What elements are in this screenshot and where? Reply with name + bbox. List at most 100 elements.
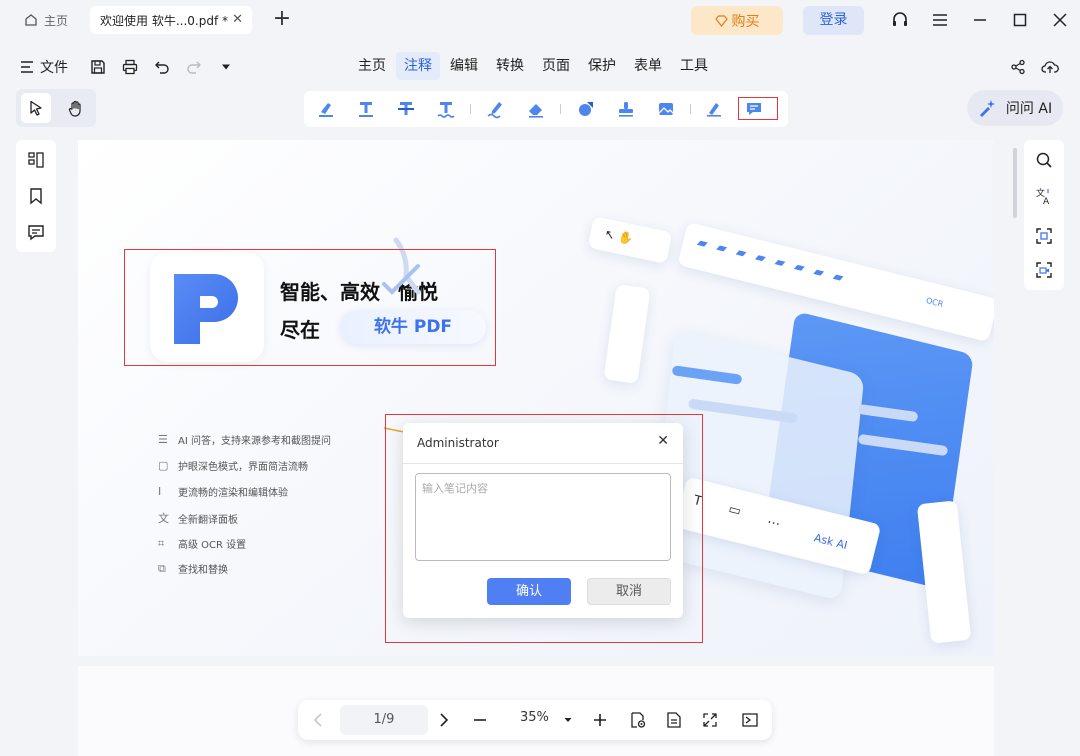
annotation-toolbar bbox=[304, 91, 788, 127]
save-icon[interactable] bbox=[88, 57, 108, 77]
feature-label: 更流畅的渲染和编辑体验 bbox=[178, 488, 288, 499]
close-window-icon[interactable] bbox=[1050, 10, 1070, 30]
menu-tab-edit[interactable]: 编辑 bbox=[442, 52, 486, 80]
illustration-ask-ai: Ask AI bbox=[812, 531, 849, 553]
zoom-level[interactable]: 35% bbox=[520, 710, 549, 725]
illustration-right-panel bbox=[916, 500, 972, 644]
share-icon[interactable] bbox=[1008, 57, 1028, 77]
ai-sparkle-icon bbox=[978, 99, 996, 117]
svg-text:A: A bbox=[1043, 197, 1050, 205]
ask-ai-button[interactable]: 问问 AI bbox=[967, 90, 1063, 126]
close-tab-icon[interactable]: ✕ bbox=[232, 12, 243, 27]
bookmark-icon[interactable] bbox=[26, 186, 46, 206]
toolbar-separator bbox=[690, 104, 691, 114]
vertical-scrollbar[interactable] bbox=[1013, 148, 1017, 218]
text-underline-icon[interactable] bbox=[354, 97, 378, 121]
list-icon: ☰ bbox=[158, 433, 168, 446]
maximize-icon[interactable] bbox=[1010, 10, 1030, 30]
confirm-button[interactable]: 确认 bbox=[487, 578, 571, 605]
feature-item: ⧉ 查找和替换 bbox=[158, 561, 228, 577]
note-popup: Administrator ✕ 确认 取消 bbox=[403, 423, 683, 618]
menu-tab-annotate[interactable]: 注释 bbox=[396, 52, 440, 80]
headset-icon[interactable] bbox=[890, 10, 910, 30]
zoom-out-icon[interactable] bbox=[470, 710, 490, 730]
menu-tab-protect[interactable]: 保护 bbox=[580, 52, 624, 80]
buy-button[interactable]: 购买 bbox=[691, 6, 783, 35]
feature-label: AI 问答，支持来源参考和截图提问 bbox=[178, 436, 331, 447]
thumbnails-icon[interactable] bbox=[26, 150, 46, 170]
feature-item: ▢ 护眼深色模式，界面简洁流畅 bbox=[158, 458, 308, 473]
shape-icon[interactable] bbox=[574, 97, 598, 121]
highlight-icon[interactable] bbox=[314, 97, 338, 121]
undo-icon[interactable] bbox=[152, 57, 172, 77]
illustration-pointer-panel: ↖ ✋ bbox=[587, 216, 673, 264]
menu-tab-tools[interactable]: 工具 bbox=[672, 52, 716, 80]
strikethrough-icon[interactable] bbox=[394, 97, 418, 121]
illustration-side-panel bbox=[603, 284, 651, 384]
pen-icon[interactable] bbox=[484, 97, 508, 121]
close-popup-icon[interactable]: ✕ bbox=[657, 433, 669, 449]
tab-document-label: 欢迎使用 软牛...0.pdf * bbox=[100, 13, 228, 28]
file-menu-label: 文件 bbox=[40, 60, 68, 76]
feature-item: 文全新翻译面板 bbox=[158, 510, 238, 526]
menu-tab-form[interactable]: 表单 bbox=[626, 52, 670, 80]
crop-screenshot-icon[interactable] bbox=[1034, 226, 1054, 246]
cloud-upload-icon[interactable] bbox=[1040, 57, 1060, 77]
menu-tabs: 主页 注释 编辑 转换 页面 保护 表单 工具 bbox=[350, 52, 718, 80]
note-content-input[interactable] bbox=[415, 473, 671, 561]
tab-document[interactable]: 欢迎使用 软牛...0.pdf * ✕ bbox=[90, 6, 252, 34]
translate-icon[interactable]: 文A bbox=[1034, 186, 1054, 206]
menu-tab-home[interactable]: 主页 bbox=[350, 52, 394, 80]
page-navigation-bar: 1/9 35% bbox=[298, 700, 772, 740]
title-bar: 主页 欢迎使用 软牛...0.pdf * ✕ + 购买 登录 bbox=[0, 0, 1080, 40]
buy-label: 购买 bbox=[731, 13, 760, 30]
read-mode-icon[interactable] bbox=[628, 710, 648, 730]
diamond-icon bbox=[714, 14, 728, 27]
ocr-icon: ⌗ bbox=[158, 536, 165, 550]
pointer-tool-group bbox=[16, 89, 96, 127]
search-icon[interactable] bbox=[1034, 150, 1054, 170]
hand-tool-icon[interactable] bbox=[61, 93, 91, 123]
screen-record-icon[interactable] bbox=[1034, 260, 1054, 280]
right-sidebar: 文A bbox=[1024, 140, 1064, 290]
dropdown-icon[interactable] bbox=[216, 57, 236, 77]
squiggly-icon[interactable] bbox=[434, 97, 458, 121]
ask-ai-label: 问问 AI bbox=[1005, 101, 1053, 117]
signature-icon[interactable] bbox=[702, 97, 726, 121]
illustration-ocr-label: OCR bbox=[925, 296, 945, 309]
file-menu[interactable]: 文件 bbox=[20, 57, 68, 77]
select-cursor-icon[interactable] bbox=[21, 93, 51, 123]
menu-tab-convert[interactable]: 转换 bbox=[488, 52, 532, 80]
tab-home-label: 主页 bbox=[44, 13, 69, 28]
page-view-icon[interactable] bbox=[664, 710, 684, 730]
zoom-in-icon[interactable] bbox=[590, 710, 610, 730]
login-button[interactable]: 登录 bbox=[803, 6, 864, 35]
menu-tab-page[interactable]: 页面 bbox=[534, 52, 578, 80]
prev-page-icon[interactable] bbox=[308, 710, 328, 730]
menu-icon[interactable] bbox=[930, 10, 950, 30]
eraser-icon[interactable] bbox=[524, 97, 548, 121]
page-indicator[interactable]: 1/9 bbox=[340, 705, 428, 735]
menu-bar: 文件 主页 注释 编辑 转换 页面 保护 表单 工具 bbox=[0, 48, 1080, 86]
redo-icon[interactable] bbox=[184, 57, 204, 77]
zoom-dropdown-icon[interactable] bbox=[558, 710, 578, 730]
toolbar-separator bbox=[560, 104, 561, 114]
fit-page-icon[interactable] bbox=[740, 710, 760, 730]
fullscreen-icon[interactable] bbox=[700, 710, 720, 730]
note-author: Administrator bbox=[417, 436, 499, 450]
left-sidebar bbox=[16, 140, 56, 252]
cancel-button[interactable]: 取消 bbox=[587, 578, 671, 605]
minimize-icon[interactable] bbox=[970, 10, 990, 30]
comments-panel-icon[interactable] bbox=[26, 222, 46, 242]
hamburger-icon bbox=[20, 61, 34, 73]
edit-text-icon: I bbox=[158, 485, 162, 498]
stamp-icon[interactable] bbox=[614, 97, 638, 121]
image-icon[interactable] bbox=[654, 97, 678, 121]
translate-small-icon: 文 bbox=[158, 512, 169, 525]
headline-highlight-box bbox=[124, 249, 496, 366]
print-icon[interactable] bbox=[120, 57, 140, 77]
next-page-icon[interactable] bbox=[434, 710, 454, 730]
tab-home[interactable]: 主页 bbox=[14, 6, 80, 34]
new-tab-button[interactable]: + bbox=[270, 8, 294, 32]
find-replace-icon: ⧉ bbox=[158, 561, 166, 575]
